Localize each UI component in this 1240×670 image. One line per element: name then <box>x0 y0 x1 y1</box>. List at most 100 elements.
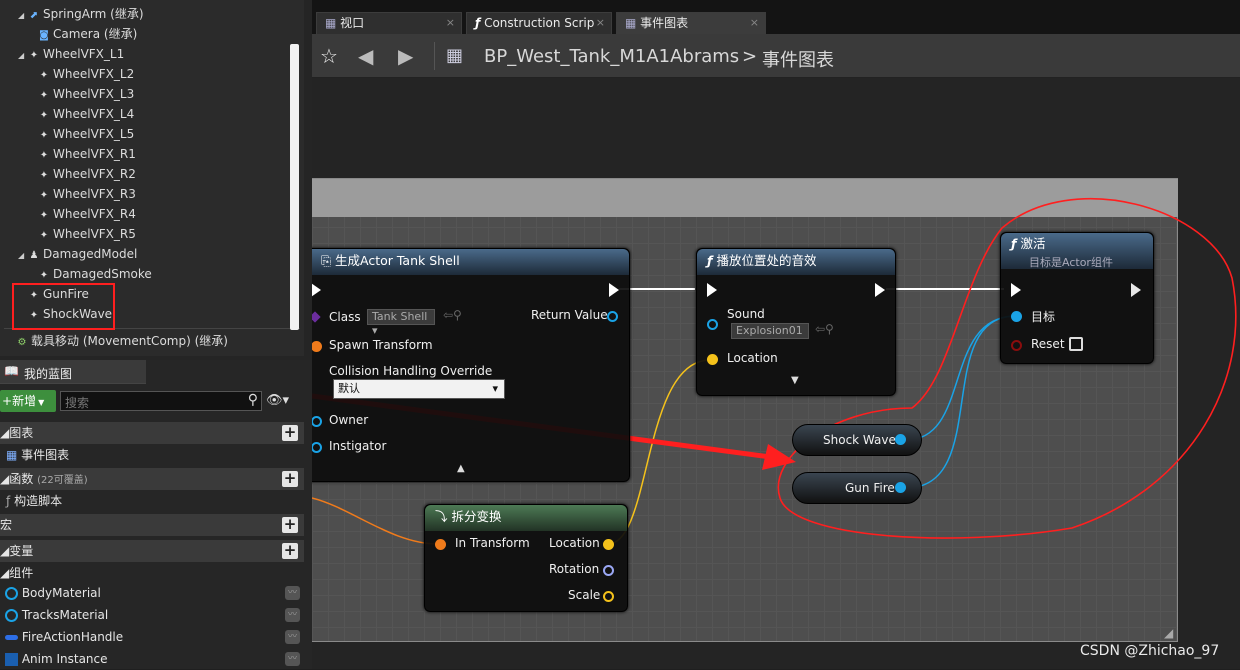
construction-script-item[interactable]: ƒ 构造脚本 <box>0 490 304 512</box>
exec-in-pin[interactable] <box>312 283 321 297</box>
event-graph-item[interactable]: ▦ 事件图表 <box>0 444 304 466</box>
variable-item[interactable]: BodyMaterial 〰 <box>0 582 304 604</box>
graph-canvas[interactable]: ⎘ 生成Actor Tank Shell Class Tank Shell ▾ … <box>312 78 1240 669</box>
tree-item-damagedmodel[interactable]: ◢ ♟ DamagedModel <box>18 244 137 264</box>
rotation-out-pin[interactable] <box>603 565 614 576</box>
class-pin[interactable] <box>312 311 321 323</box>
close-icon[interactable]: × <box>446 13 455 33</box>
editor-tab-bar: ▦ 视口 × ƒ Construction Scrip × ▦ 事件图表 × <box>312 0 1240 34</box>
exec-in-pin[interactable] <box>707 283 717 297</box>
add-graph-button[interactable]: + <box>282 425 298 441</box>
expand-arrow-icon[interactable]: ◢ <box>18 46 28 66</box>
reset-pin[interactable] <box>1011 340 1022 351</box>
tree-item-wheelvfx-r4[interactable]: ✦ WheelVFX_R4 <box>38 204 136 224</box>
dropdown-value: 默认 <box>338 382 360 395</box>
tree-item-wheelvfx-r2[interactable]: ✦ WheelVFX_R2 <box>38 164 136 184</box>
resize-grip-icon[interactable]: ◢ <box>1164 626 1173 640</box>
sound-dropdown[interactable]: Explosion01 <box>731 323 809 339</box>
variable-out-pin[interactable] <box>895 482 906 493</box>
search-input[interactable]: 搜索 ⚲ <box>60 391 262 411</box>
tree-item-movement[interactable]: ⚙ 载具移动 (MovementComp) (继承) <box>16 331 228 351</box>
browse-icon[interactable]: ⇦⚲ <box>443 308 462 322</box>
tree-item-camera[interactable]: ◙ Camera (继承) <box>38 24 137 44</box>
exec-out-pin[interactable] <box>1131 283 1141 297</box>
activate-node[interactable]: ƒ 激活 目标是Actor组件 目标 Reset <box>1000 232 1154 364</box>
visibility-icon[interactable]: 〰 <box>285 652 300 666</box>
components-category[interactable]: ◢组件 <box>0 562 304 584</box>
variable-item[interactable]: FireActionHandle 〰 <box>0 626 304 648</box>
spawn-transform-pin[interactable] <box>312 341 322 352</box>
tree-scrollbar[interactable] <box>290 44 299 330</box>
tree-item-wheelvfx-l1[interactable]: ◢ ✦ WheelVFX_L1 <box>18 44 124 64</box>
return-value-pin[interactable] <box>607 311 618 322</box>
tab-label: Construction Scrip <box>484 16 595 30</box>
section-macros[interactable]: 宏 + <box>0 514 304 536</box>
favorite-star-icon[interactable]: ☆ <box>320 44 338 68</box>
eye-icon[interactable]: 👁▾ <box>266 393 289 408</box>
section-variables[interactable]: ◢变量 + <box>0 540 304 562</box>
tree-item-wheelvfx-l5[interactable]: ✦ WheelVFX_L5 <box>38 124 134 144</box>
break-transform-node[interactable]: ⤵ 拆分变换 In Transform Location Rotation Sc… <box>424 504 628 612</box>
function-icon: ƒ <box>6 494 11 508</box>
visibility-icon[interactable]: 〰 <box>285 586 300 600</box>
section-graphs[interactable]: ◢图表 + <box>0 422 304 444</box>
tree-item-springarm[interactable]: ◢ ⬈ SpringArm (继承) <box>18 4 144 24</box>
tree-item-damagedsmoke[interactable]: ✦ DamagedSmoke <box>38 264 152 284</box>
tree-item-wheelvfx-r1[interactable]: ✦ WheelVFX_R1 <box>38 144 136 164</box>
collision-dropdown[interactable]: 默认 ▾ <box>333 379 505 399</box>
in-transform-pin[interactable] <box>435 539 446 550</box>
exec-out-pin[interactable] <box>875 283 885 297</box>
class-dropdown[interactable]: Tank Shell ▾ <box>367 309 435 337</box>
instigator-pin[interactable] <box>312 442 322 453</box>
collapse-arrow-icon[interactable]: ▲ <box>457 463 465 474</box>
expand-arrow-icon[interactable]: ▼ <box>791 375 799 386</box>
close-icon[interactable]: × <box>750 13 759 33</box>
variable-item[interactable]: TracksMaterial 〰 <box>0 604 304 626</box>
tree-item-wheelvfx-r3[interactable]: ✦ WheelVFX_R3 <box>38 184 136 204</box>
visibility-icon[interactable]: 〰 <box>285 630 300 644</box>
node-header: ⎘ 生成Actor Tank Shell <box>312 249 629 275</box>
target-pin[interactable] <box>1011 311 1022 322</box>
my-blueprint-tab[interactable]: 📖 我的蓝图 <box>0 360 146 384</box>
variable-out-pin[interactable] <box>895 434 906 445</box>
section-functions[interactable]: ◢函数 (22可覆盖) + <box>0 468 304 490</box>
owner-pin[interactable] <box>312 416 322 427</box>
sound-pin[interactable] <box>707 319 718 330</box>
tree-item-wheelvfx-l2[interactable]: ✦ WheelVFX_L2 <box>38 64 134 84</box>
close-icon[interactable]: × <box>596 13 605 33</box>
forward-arrow-icon[interactable]: ▶ <box>398 44 413 68</box>
browse-icon[interactable]: ⇦⚲ <box>815 322 834 336</box>
variable-item[interactable]: Anim Instance 〰 <box>0 648 304 670</box>
tab-viewport[interactable]: ▦ 视口 × <box>316 12 462 34</box>
add-macro-button[interactable]: + <box>282 517 298 533</box>
reset-checkbox[interactable] <box>1069 337 1083 351</box>
spawn-actor-node[interactable]: ⎘ 生成Actor Tank Shell Class Tank Shell ▾ … <box>312 248 630 482</box>
breadcrumb-blueprint[interactable]: BP_West_Tank_M1A1Abrams <box>484 46 739 67</box>
add-function-button[interactable]: + <box>282 471 298 487</box>
tree-item-wheelvfx-r5[interactable]: ✦ WheelVFX_R5 <box>38 224 136 244</box>
pin-label: Class <box>329 310 361 324</box>
particle-icon: ✦ <box>39 210 49 221</box>
tab-event-graph[interactable]: ▦ 事件图表 × <box>616 12 766 34</box>
location-out-pin[interactable] <box>603 539 614 550</box>
tree-item-wheelvfx-l3[interactable]: ✦ WheelVFX_L3 <box>38 84 134 104</box>
search-icon[interactable]: ⚲ <box>248 392 258 408</box>
tab-construction-script[interactable]: ƒ Construction Scrip × <box>466 12 612 34</box>
tab-label: 事件图表 <box>640 16 689 30</box>
exec-out-pin[interactable] <box>609 283 619 297</box>
expand-arrow-icon[interactable]: ◢ <box>18 246 28 266</box>
exec-in-pin[interactable] <box>1011 283 1021 297</box>
expand-arrow-icon[interactable]: ◢ <box>18 6 28 26</box>
add-variable-button[interactable]: + <box>282 543 298 559</box>
play-sound-node[interactable]: ƒ 播放位置处的音效 Sound Explosion01 ⇦⚲ Location… <box>696 248 896 396</box>
movement-icon: ⚙ <box>17 337 27 348</box>
breadcrumb-graph[interactable]: 事件图表 <box>762 46 834 72</box>
gun-fire-variable-node[interactable]: Gun Fire <box>792 472 922 504</box>
back-arrow-icon[interactable]: ◀ <box>358 44 373 68</box>
visibility-icon[interactable]: 〰 <box>285 608 300 622</box>
location-pin[interactable] <box>707 354 718 365</box>
shock-wave-variable-node[interactable]: Shock Wave <box>792 424 922 456</box>
add-new-button[interactable]: +新增 ▼ <box>0 390 56 412</box>
tree-item-wheelvfx-l4[interactable]: ✦ WheelVFX_L4 <box>38 104 134 124</box>
scale-out-pin[interactable] <box>603 591 614 602</box>
